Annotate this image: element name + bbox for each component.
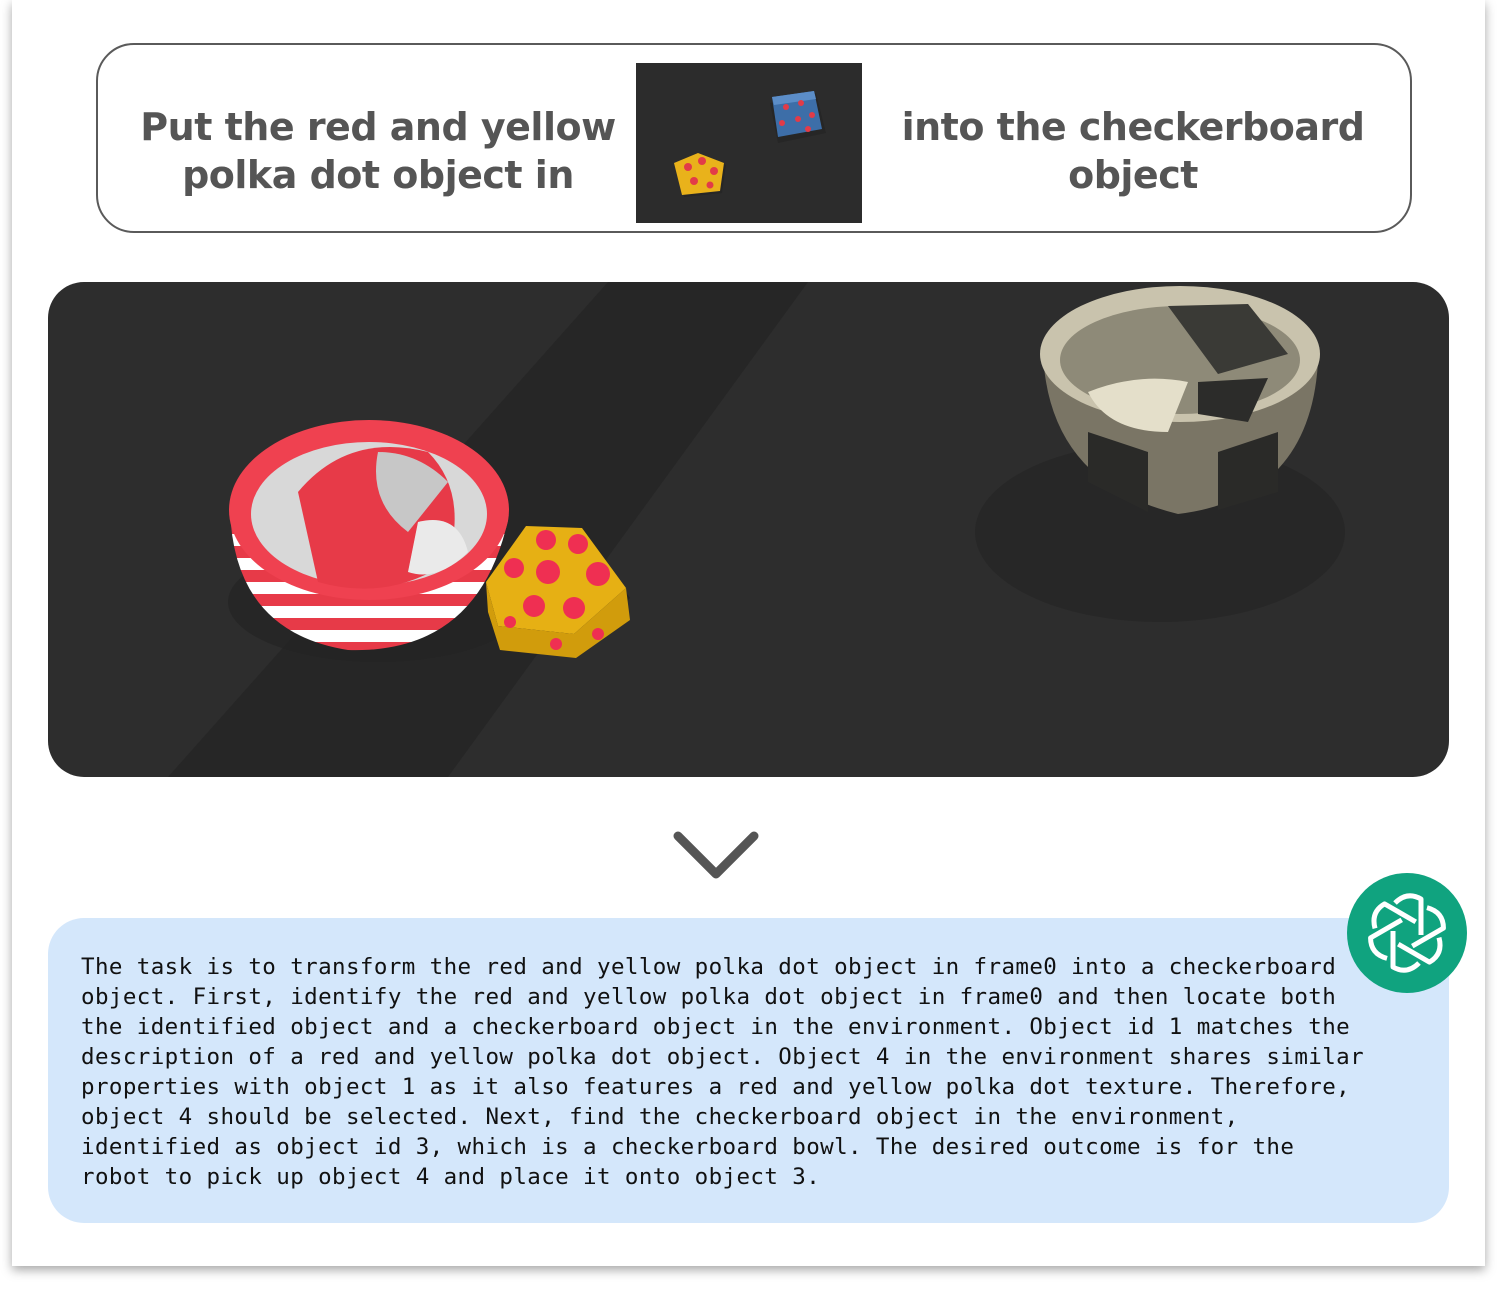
answer-box: The task is to transform the red and yel… <box>48 918 1449 1223</box>
answer-text: The task is to transform the red and yel… <box>81 954 1365 1190</box>
chevron-down-icon <box>668 826 764 891</box>
instruction-box: Put the red and yellow polka dot object … <box>96 43 1412 233</box>
instruction-right-text: into the checkerboard object <box>901 105 1365 197</box>
scene-render <box>48 282 1449 777</box>
frame0-thumbnail <box>636 63 862 223</box>
openai-logo-icon <box>1347 873 1467 993</box>
instruction-left-text: Put the red and yellow polka dot object … <box>140 105 616 197</box>
